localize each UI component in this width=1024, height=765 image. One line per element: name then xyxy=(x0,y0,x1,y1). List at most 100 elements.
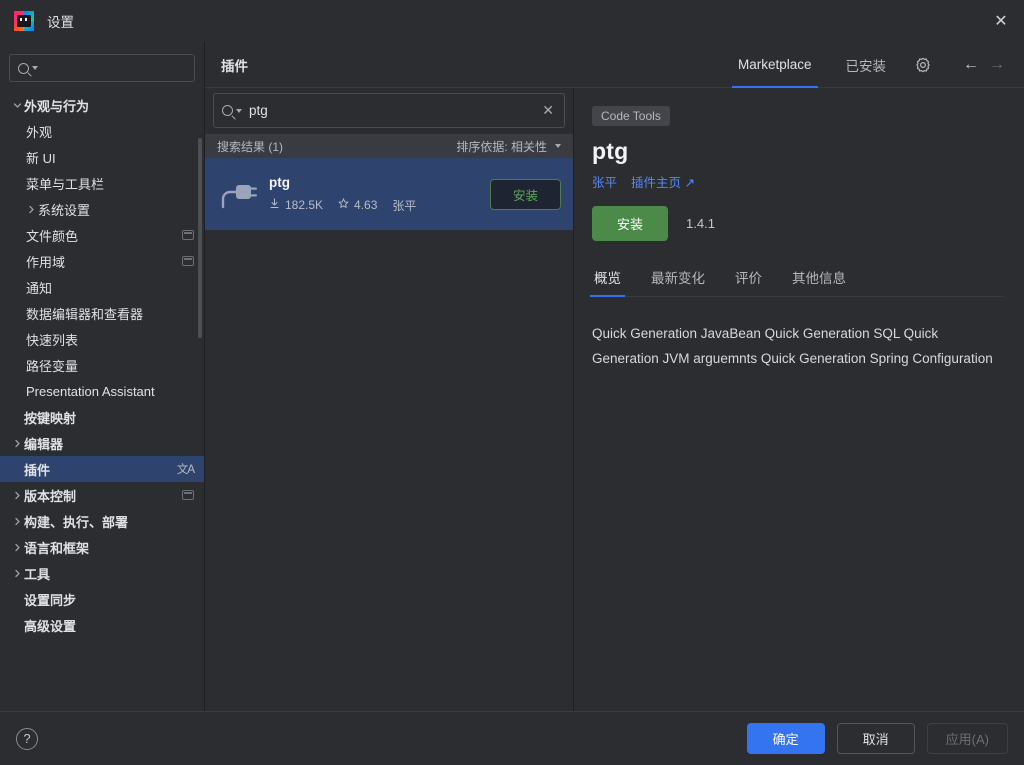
plugin-sort-label: 排序依据: 相关性 xyxy=(456,139,547,154)
sidebar-item-9[interactable]: 快速列表 xyxy=(0,326,204,352)
plugin-sort-dropdown[interactable]: 排序依据: 相关性 xyxy=(456,138,561,155)
plugin-author-link[interactable]: 张平 xyxy=(592,172,617,191)
plugin-detail-tabs: 概览 最新变化 评价 其他信息 xyxy=(590,261,1004,297)
settings-sidebar: 外观与行为外观新 UI 菜单与工具栏 系统设置文件颜色作用域通知数据编辑器和查看器快… xyxy=(0,42,205,711)
sidebar-item-label: 语言和框架 xyxy=(24,540,90,556)
sidebar-item-15[interactable]: 版本控制 xyxy=(0,482,204,508)
chevron-down-icon xyxy=(555,144,561,148)
close-icon[interactable]: ✕ xyxy=(978,0,1024,42)
sidebar-scrollbar[interactable] xyxy=(198,138,202,338)
sidebar-item-label: 构建、执行、部署 xyxy=(24,514,129,530)
plugins-tabbar: 插件 Marketplace 已安装 ← → xyxy=(205,42,1024,88)
chevron-down-icon xyxy=(236,108,242,113)
tab-reviews[interactable]: 评价 xyxy=(733,261,764,296)
sidebar-item-label: 路径变量 xyxy=(26,358,79,374)
chevron-right-icon xyxy=(10,439,24,448)
sidebar-item-1[interactable]: 外观 xyxy=(0,118,204,144)
plugins-title: 插件 xyxy=(221,58,248,74)
sidebar-item-16[interactable]: 构建、执行、部署 xyxy=(0,508,204,534)
sidebar-item-18[interactable]: 工具 xyxy=(0,560,204,586)
plugin-detail-install-button[interactable]: 安装 xyxy=(592,206,669,241)
sidebar-item-2[interactable]: 新 UI xyxy=(0,144,204,170)
detail-navigation: ← → xyxy=(958,52,1010,78)
sidebar-item-4[interactable]: 系统设置 xyxy=(0,196,204,222)
sidebar-item-19[interactable]: 设置同步 xyxy=(0,586,204,612)
chevron-right-icon xyxy=(10,543,24,552)
chevron-down-icon xyxy=(32,66,38,70)
sidebar-item-14[interactable]: 插件 文A xyxy=(0,456,204,482)
settings-tree: 外观与行为外观新 UI 菜单与工具栏 系统设置文件颜色作用域通知数据编辑器和查看器快… xyxy=(0,92,204,638)
plugin-list-item[interactable]: ptg 182.5K 4.63 张平 安装 xyxy=(205,158,573,230)
plugin-list-item-name: ptg xyxy=(269,174,290,190)
plugin-description: Quick Generation JavaBean Quick Generati… xyxy=(592,326,993,366)
sidebar-search-input[interactable] xyxy=(44,60,184,76)
sidebar-item-label: 新 UI xyxy=(26,150,56,166)
plugin-list-column: ✕ 搜索结果 (1) 排序依据: 相关性 xyxy=(205,88,574,711)
plugin-list-install-button[interactable]: 安装 xyxy=(489,178,561,210)
sidebar-item-label: 系统设置 xyxy=(38,202,91,218)
sidebar-item-label: Presentation Assistant xyxy=(26,383,155,399)
sidebar-item-0[interactable]: 外观与行为 xyxy=(0,92,204,118)
plugin-list-item-meta: 182.5K 4.63 张平 xyxy=(269,197,490,214)
sidebar-item-8[interactable]: 数据编辑器和查看器 xyxy=(0,300,204,326)
sidebar-item-label: 高级设置 xyxy=(24,618,77,634)
tab-whats-new[interactable]: 最新变化 xyxy=(649,261,707,296)
sidebar-item-label: 快速列表 xyxy=(26,332,79,348)
sidebar-item-7[interactable]: 通知 xyxy=(0,274,204,300)
sidebar-item-label: 作用域 xyxy=(26,254,66,270)
plugin-homepage-link[interactable]: 插件主页 ↗ xyxy=(631,172,695,191)
tab-installed[interactable]: 已安装 xyxy=(840,42,893,88)
sidebar-item-label: 版本控制 xyxy=(24,488,77,504)
plugin-category-tag[interactable]: Code Tools xyxy=(592,106,670,126)
intellij-idea-logo-icon xyxy=(14,10,34,31)
plugin-list-item-info: ptg 182.5K 4.63 张平 xyxy=(269,175,490,214)
sidebar-item-3[interactable]: 菜单与工具栏 xyxy=(0,170,204,196)
tab-additional-info[interactable]: 其他信息 xyxy=(790,261,848,296)
plugin-detail-column: Code Tools ptg 张平 插件主页 ↗ 安装 1.4.1 概览 最新变… xyxy=(574,88,1024,711)
sidebar-item-10[interactable]: 路径变量 xyxy=(0,352,204,378)
chevron-right-icon xyxy=(10,569,24,578)
sidebar-item-label: 工具 xyxy=(24,566,51,582)
sidebar-item-label: 按键映射 xyxy=(24,410,77,426)
sidebar-item-6[interactable]: 作用域 xyxy=(0,248,204,274)
clear-icon[interactable]: ✕ xyxy=(540,102,556,119)
sidebar-item-label: 插件 xyxy=(24,462,51,478)
sidebar-item-17[interactable]: 语言和框架 xyxy=(0,534,204,560)
sidebar-item-20[interactable]: 高级设置 xyxy=(0,612,204,638)
sidebar-item-label: 外观与行为 xyxy=(24,98,90,114)
window-title: 设置 xyxy=(47,14,74,30)
plugin-version: 1.4.1 xyxy=(686,216,715,231)
sidebar-item-label: 文件颜色 xyxy=(26,228,79,244)
ok-button[interactable]: 确定 xyxy=(746,723,825,754)
sidebar-item-13[interactable]: 编辑器 xyxy=(0,430,204,456)
sidebar-item-5[interactable]: 文件颜色 xyxy=(0,222,204,248)
plug-icon xyxy=(215,172,259,216)
project-scope-icon xyxy=(182,230,194,240)
dialog-body: 外观与行为外观新 UI 菜单与工具栏 系统设置文件颜色作用域通知数据编辑器和查看器快… xyxy=(0,42,1024,711)
tab-overview[interactable]: 概览 xyxy=(590,261,625,297)
plugin-search-input[interactable] xyxy=(249,103,541,118)
sidebar-item-11[interactable]: Presentation Assistant xyxy=(0,378,204,404)
sidebar-item-12[interactable]: 按键映射 xyxy=(0,404,204,430)
help-icon[interactable]: ? xyxy=(16,727,38,750)
plugin-detail-title: ptg xyxy=(592,138,629,164)
sidebar-item-label: 数据编辑器和查看器 xyxy=(26,306,144,322)
arrow-right-icon[interactable]: → xyxy=(984,52,1010,78)
gear-icon[interactable] xyxy=(914,56,932,74)
plugin-search-box[interactable]: ✕ xyxy=(213,93,565,128)
sidebar-item-label: 菜单与工具栏 xyxy=(26,176,105,192)
search-icon xyxy=(222,105,233,116)
plugin-rating: 4.63 xyxy=(354,198,378,212)
sidebar-item-label: 外观 xyxy=(26,124,53,140)
arrow-left-icon[interactable]: ← xyxy=(958,52,984,78)
search-icon xyxy=(18,62,29,74)
chevron-right-icon xyxy=(10,517,24,526)
cancel-button[interactable]: 取消 xyxy=(836,723,915,754)
sidebar-search-box[interactable] xyxy=(9,54,195,82)
chevron-right-icon xyxy=(24,205,38,214)
download-icon xyxy=(269,198,280,212)
apply-button[interactable]: 应用(A) xyxy=(926,723,1008,754)
sidebar-item-label: 编辑器 xyxy=(24,436,64,452)
project-scope-icon xyxy=(182,256,194,266)
tab-marketplace[interactable]: Marketplace xyxy=(731,42,818,88)
